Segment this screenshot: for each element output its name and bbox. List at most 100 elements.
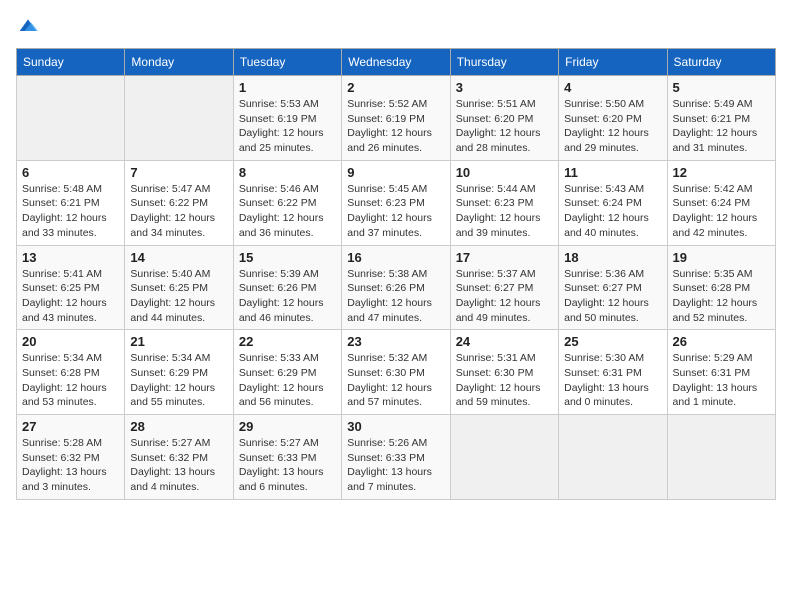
calendar-cell: 3 Sunrise: 5:51 AMSunset: 6:20 PMDaylight… bbox=[450, 76, 558, 161]
day-info: Sunrise: 5:31 AMSunset: 6:30 PMDaylight:… bbox=[456, 351, 553, 410]
calendar-cell: 6 Sunrise: 5:48 AMSunset: 6:21 PMDaylight… bbox=[17, 160, 125, 245]
day-of-week-header: Sunday bbox=[17, 49, 125, 76]
page-header bbox=[16, 16, 776, 36]
day-number: 23 bbox=[347, 334, 444, 349]
day-info: Sunrise: 5:51 AMSunset: 6:20 PMDaylight:… bbox=[456, 97, 553, 156]
day-number: 11 bbox=[564, 165, 661, 180]
day-number: 29 bbox=[239, 419, 336, 434]
calendar-cell: 17 Sunrise: 5:37 AMSunset: 6:27 PMDayligh… bbox=[450, 245, 558, 330]
calendar-cell bbox=[559, 415, 667, 500]
calendar-cell: 15 Sunrise: 5:39 AMSunset: 6:26 PMDayligh… bbox=[233, 245, 341, 330]
calendar-cell: 27 Sunrise: 5:28 AMSunset: 6:32 PMDayligh… bbox=[17, 415, 125, 500]
day-info: Sunrise: 5:30 AMSunset: 6:31 PMDaylight:… bbox=[564, 351, 661, 410]
day-number: 5 bbox=[673, 80, 770, 95]
calendar-cell: 20 Sunrise: 5:34 AMSunset: 6:28 PMDayligh… bbox=[17, 330, 125, 415]
day-of-week-header: Monday bbox=[125, 49, 233, 76]
calendar-week-row: 20 Sunrise: 5:34 AMSunset: 6:28 PMDayligh… bbox=[17, 330, 776, 415]
calendar-cell: 9 Sunrise: 5:45 AMSunset: 6:23 PMDaylight… bbox=[342, 160, 450, 245]
day-number: 15 bbox=[239, 250, 336, 265]
day-number: 27 bbox=[22, 419, 119, 434]
day-number: 13 bbox=[22, 250, 119, 265]
calendar-week-row: 6 Sunrise: 5:48 AMSunset: 6:21 PMDaylight… bbox=[17, 160, 776, 245]
day-number: 16 bbox=[347, 250, 444, 265]
calendar-cell: 23 Sunrise: 5:32 AMSunset: 6:30 PMDayligh… bbox=[342, 330, 450, 415]
day-info: Sunrise: 5:47 AMSunset: 6:22 PMDaylight:… bbox=[130, 182, 227, 241]
day-number: 19 bbox=[673, 250, 770, 265]
day-number: 22 bbox=[239, 334, 336, 349]
calendar-cell bbox=[125, 76, 233, 161]
day-number: 24 bbox=[456, 334, 553, 349]
day-info: Sunrise: 5:44 AMSunset: 6:23 PMDaylight:… bbox=[456, 182, 553, 241]
calendar-week-row: 13Sunrise: 5:41 AMSunset: 6:25 PMDayligh… bbox=[17, 245, 776, 330]
calendar-cell: 1Sunrise: 5:53 AMSunset: 6:19 PMDaylight… bbox=[233, 76, 341, 161]
calendar-cell: 25 Sunrise: 5:30 AMSunset: 6:31 PMDayligh… bbox=[559, 330, 667, 415]
day-info: Sunrise: 5:50 AMSunset: 6:20 PMDaylight:… bbox=[564, 97, 661, 156]
day-number: 18 bbox=[564, 250, 661, 265]
day-info: Sunrise: 5:34 AMSunset: 6:29 PMDaylight:… bbox=[130, 351, 227, 410]
day-number: 6 bbox=[22, 165, 119, 180]
day-of-week-header: Tuesday bbox=[233, 49, 341, 76]
calendar-cell bbox=[17, 76, 125, 161]
day-number: 14 bbox=[130, 250, 227, 265]
day-number: 9 bbox=[347, 165, 444, 180]
calendar-cell: 10 Sunrise: 5:44 AMSunset: 6:23 PMDayligh… bbox=[450, 160, 558, 245]
day-info: Sunrise: 5:46 AMSunset: 6:22 PMDaylight:… bbox=[239, 182, 336, 241]
calendar-cell: 18 Sunrise: 5:36 AMSunset: 6:27 PMDayligh… bbox=[559, 245, 667, 330]
calendar-cell: 8 Sunrise: 5:46 AMSunset: 6:22 PMDaylight… bbox=[233, 160, 341, 245]
day-number: 17 bbox=[456, 250, 553, 265]
calendar-cell: 28 Sunrise: 5:27 AMSunset: 6:32 PMDayligh… bbox=[125, 415, 233, 500]
day-info: Sunrise: 5:45 AMSunset: 6:23 PMDaylight:… bbox=[347, 182, 444, 241]
day-info: Sunrise: 5:29 AMSunset: 6:31 PMDaylight:… bbox=[673, 351, 770, 410]
day-number: 4 bbox=[564, 80, 661, 95]
day-of-week-header: Thursday bbox=[450, 49, 558, 76]
day-info: Sunrise: 5:40 AMSunset: 6:25 PMDaylight:… bbox=[130, 267, 227, 326]
day-number: 10 bbox=[456, 165, 553, 180]
day-of-week-header: Wednesday bbox=[342, 49, 450, 76]
day-info: Sunrise: 5:38 AMSunset: 6:26 PMDaylight:… bbox=[347, 267, 444, 326]
calendar-cell: 7 Sunrise: 5:47 AMSunset: 6:22 PMDaylight… bbox=[125, 160, 233, 245]
day-info: Sunrise: 5:42 AMSunset: 6:24 PMDaylight:… bbox=[673, 182, 770, 241]
day-info: Sunrise: 5:48 AMSunset: 6:21 PMDaylight:… bbox=[22, 182, 119, 241]
calendar-cell: 11 Sunrise: 5:43 AMSunset: 6:24 PMDayligh… bbox=[559, 160, 667, 245]
day-number: 3 bbox=[456, 80, 553, 95]
day-number: 25 bbox=[564, 334, 661, 349]
day-of-week-header: Saturday bbox=[667, 49, 775, 76]
day-info: Sunrise: 5:37 AMSunset: 6:27 PMDaylight:… bbox=[456, 267, 553, 326]
day-number: 7 bbox=[130, 165, 227, 180]
calendar-cell: 2Sunrise: 5:52 AMSunset: 6:19 PMDaylight… bbox=[342, 76, 450, 161]
calendar-cell: 5 Sunrise: 5:49 AMSunset: 6:21 PMDaylight… bbox=[667, 76, 775, 161]
calendar-table: SundayMondayTuesdayWednesdayThursdayFrid… bbox=[16, 48, 776, 500]
day-info: Sunrise: 5:39 AMSunset: 6:26 PMDaylight:… bbox=[239, 267, 336, 326]
day-number: 28 bbox=[130, 419, 227, 434]
calendar-cell: 14 Sunrise: 5:40 AMSunset: 6:25 PMDayligh… bbox=[125, 245, 233, 330]
calendar-cell bbox=[667, 415, 775, 500]
day-info: Sunrise: 5:27 AMSunset: 6:33 PMDaylight:… bbox=[239, 436, 336, 495]
calendar-cell: 30 Sunrise: 5:26 AMSunset: 6:33 PMDayligh… bbox=[342, 415, 450, 500]
calendar-cell: 12Sunrise: 5:42 AMSunset: 6:24 PMDayligh… bbox=[667, 160, 775, 245]
day-info: Sunrise: 5:28 AMSunset: 6:32 PMDaylight:… bbox=[22, 436, 119, 495]
calendar-week-row: 27 Sunrise: 5:28 AMSunset: 6:32 PMDayligh… bbox=[17, 415, 776, 500]
day-info: Sunrise: 5:34 AMSunset: 6:28 PMDaylight:… bbox=[22, 351, 119, 410]
day-number: 26 bbox=[673, 334, 770, 349]
calendar-cell: 26 Sunrise: 5:29 AMSunset: 6:31 PMDayligh… bbox=[667, 330, 775, 415]
calendar-cell: 4 Sunrise: 5:50 AMSunset: 6:20 PMDaylight… bbox=[559, 76, 667, 161]
day-number: 21 bbox=[130, 334, 227, 349]
day-info: Sunrise: 5:27 AMSunset: 6:32 PMDaylight:… bbox=[130, 436, 227, 495]
day-number: 8 bbox=[239, 165, 336, 180]
calendar-cell: 16 Sunrise: 5:38 AMSunset: 6:26 PMDayligh… bbox=[342, 245, 450, 330]
day-info: Sunrise: 5:32 AMSunset: 6:30 PMDaylight:… bbox=[347, 351, 444, 410]
day-info: Sunrise: 5:26 AMSunset: 6:33 PMDaylight:… bbox=[347, 436, 444, 495]
calendar-cell: 29 Sunrise: 5:27 AMSunset: 6:33 PMDayligh… bbox=[233, 415, 341, 500]
logo-icon bbox=[18, 16, 38, 36]
day-info: Sunrise: 5:49 AMSunset: 6:21 PMDaylight:… bbox=[673, 97, 770, 156]
calendar-cell: 24 Sunrise: 5:31 AMSunset: 6:30 PMDayligh… bbox=[450, 330, 558, 415]
day-info: Sunrise: 5:43 AMSunset: 6:24 PMDaylight:… bbox=[564, 182, 661, 241]
day-info: Sunrise: 5:33 AMSunset: 6:29 PMDaylight:… bbox=[239, 351, 336, 410]
day-number: 20 bbox=[22, 334, 119, 349]
calendar-cell: 21 Sunrise: 5:34 AMSunset: 6:29 PMDayligh… bbox=[125, 330, 233, 415]
day-number: 30 bbox=[347, 419, 444, 434]
day-info: Sunrise: 5:36 AMSunset: 6:27 PMDaylight:… bbox=[564, 267, 661, 326]
day-of-week-header: Friday bbox=[559, 49, 667, 76]
calendar-cell bbox=[450, 415, 558, 500]
calendar-cell: 13Sunrise: 5:41 AMSunset: 6:25 PMDayligh… bbox=[17, 245, 125, 330]
